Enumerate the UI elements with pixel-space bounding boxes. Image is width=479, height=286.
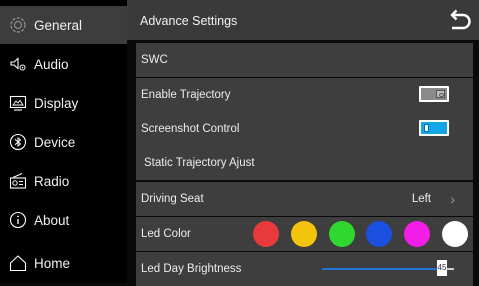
- screenshot-control-label: Screenshot Control: [141, 123, 240, 135]
- screenshot-control-row[interactable]: Screenshot Control: [136, 112, 473, 146]
- led-color-row: Led Color: [136, 217, 473, 251]
- enable-trajectory-toggle[interactable]: [419, 86, 449, 102]
- enable-trajectory-row[interactable]: Enable Trajectory: [136, 78, 473, 112]
- sidebar-item-label: Radio: [34, 173, 70, 189]
- sidebar-item-label: Device: [34, 134, 76, 150]
- toggle-knob: [424, 124, 429, 132]
- sidebar-item-label: Audio: [34, 56, 69, 72]
- page-title: Advance Settings: [140, 14, 238, 28]
- led-color-red-swatch[interactable]: [253, 221, 279, 247]
- driving-seat-value: Left: [411, 193, 431, 205]
- chevron-right-icon: ›: [450, 191, 455, 207]
- led-color-yellow-swatch[interactable]: [291, 221, 317, 247]
- toggle-knob: [436, 90, 445, 98]
- led-color-white-swatch[interactable]: [442, 221, 468, 247]
- brightness-slider-track[interactable]: [322, 268, 442, 270]
- sidebar-item-home[interactable]: Home: [0, 244, 127, 282]
- sidebar: General Audio Display Device Radio About: [0, 0, 127, 283]
- header-bar: Advance Settings: [127, 0, 479, 40]
- back-arrow-icon[interactable]: [447, 9, 471, 31]
- bluetooth-icon: [8, 132, 28, 152]
- brightness-slider-thumb[interactable]: 45: [437, 260, 447, 276]
- swc-label: SWC: [141, 54, 168, 66]
- sidebar-item-display[interactable]: Display: [0, 84, 127, 122]
- led-color-magenta-swatch[interactable]: [404, 221, 430, 247]
- led-color-blue-swatch[interactable]: [366, 221, 392, 247]
- home-icon: [8, 253, 28, 273]
- static-trajectory-row[interactable]: Static Trajectory Ajust: [136, 146, 473, 180]
- speaker-icon: [8, 54, 28, 74]
- sidebar-item-about[interactable]: About: [0, 201, 127, 239]
- sidebar-item-radio[interactable]: Radio: [0, 162, 127, 200]
- screenshot-control-toggle[interactable]: [419, 120, 449, 136]
- display-icon: [8, 93, 28, 113]
- gear-icon: [8, 15, 28, 35]
- sidebar-item-label: About: [34, 212, 70, 228]
- led-day-brightness-row: Led Day Brightness 45: [136, 252, 473, 286]
- static-trajectory-label: Static Trajectory Ajust: [144, 157, 255, 169]
- radio-icon: [8, 171, 28, 191]
- led-color-green-swatch[interactable]: [329, 221, 355, 247]
- driving-seat-label: Driving Seat: [141, 193, 204, 205]
- sidebar-item-label: General: [34, 17, 83, 33]
- sidebar-item-audio[interactable]: Audio: [0, 45, 127, 83]
- settings-panel: Advance Settings SWC Enable Trajectory S…: [127, 0, 479, 286]
- sidebar-item-device[interactable]: Device: [0, 123, 127, 161]
- led-day-brightness-label: Led Day Brightness: [141, 263, 242, 275]
- sidebar-item-general[interactable]: General: [0, 6, 127, 44]
- sidebar-item-label: Display: [34, 95, 79, 111]
- sidebar-item-label: Home: [34, 255, 71, 271]
- swc-row[interactable]: SWC: [136, 43, 473, 77]
- led-color-label: Led Color: [141, 228, 191, 240]
- driving-seat-row[interactable]: Driving Seat Left ›: [136, 182, 473, 216]
- info-icon: [8, 210, 28, 230]
- enable-trajectory-label: Enable Trajectory: [141, 89, 231, 101]
